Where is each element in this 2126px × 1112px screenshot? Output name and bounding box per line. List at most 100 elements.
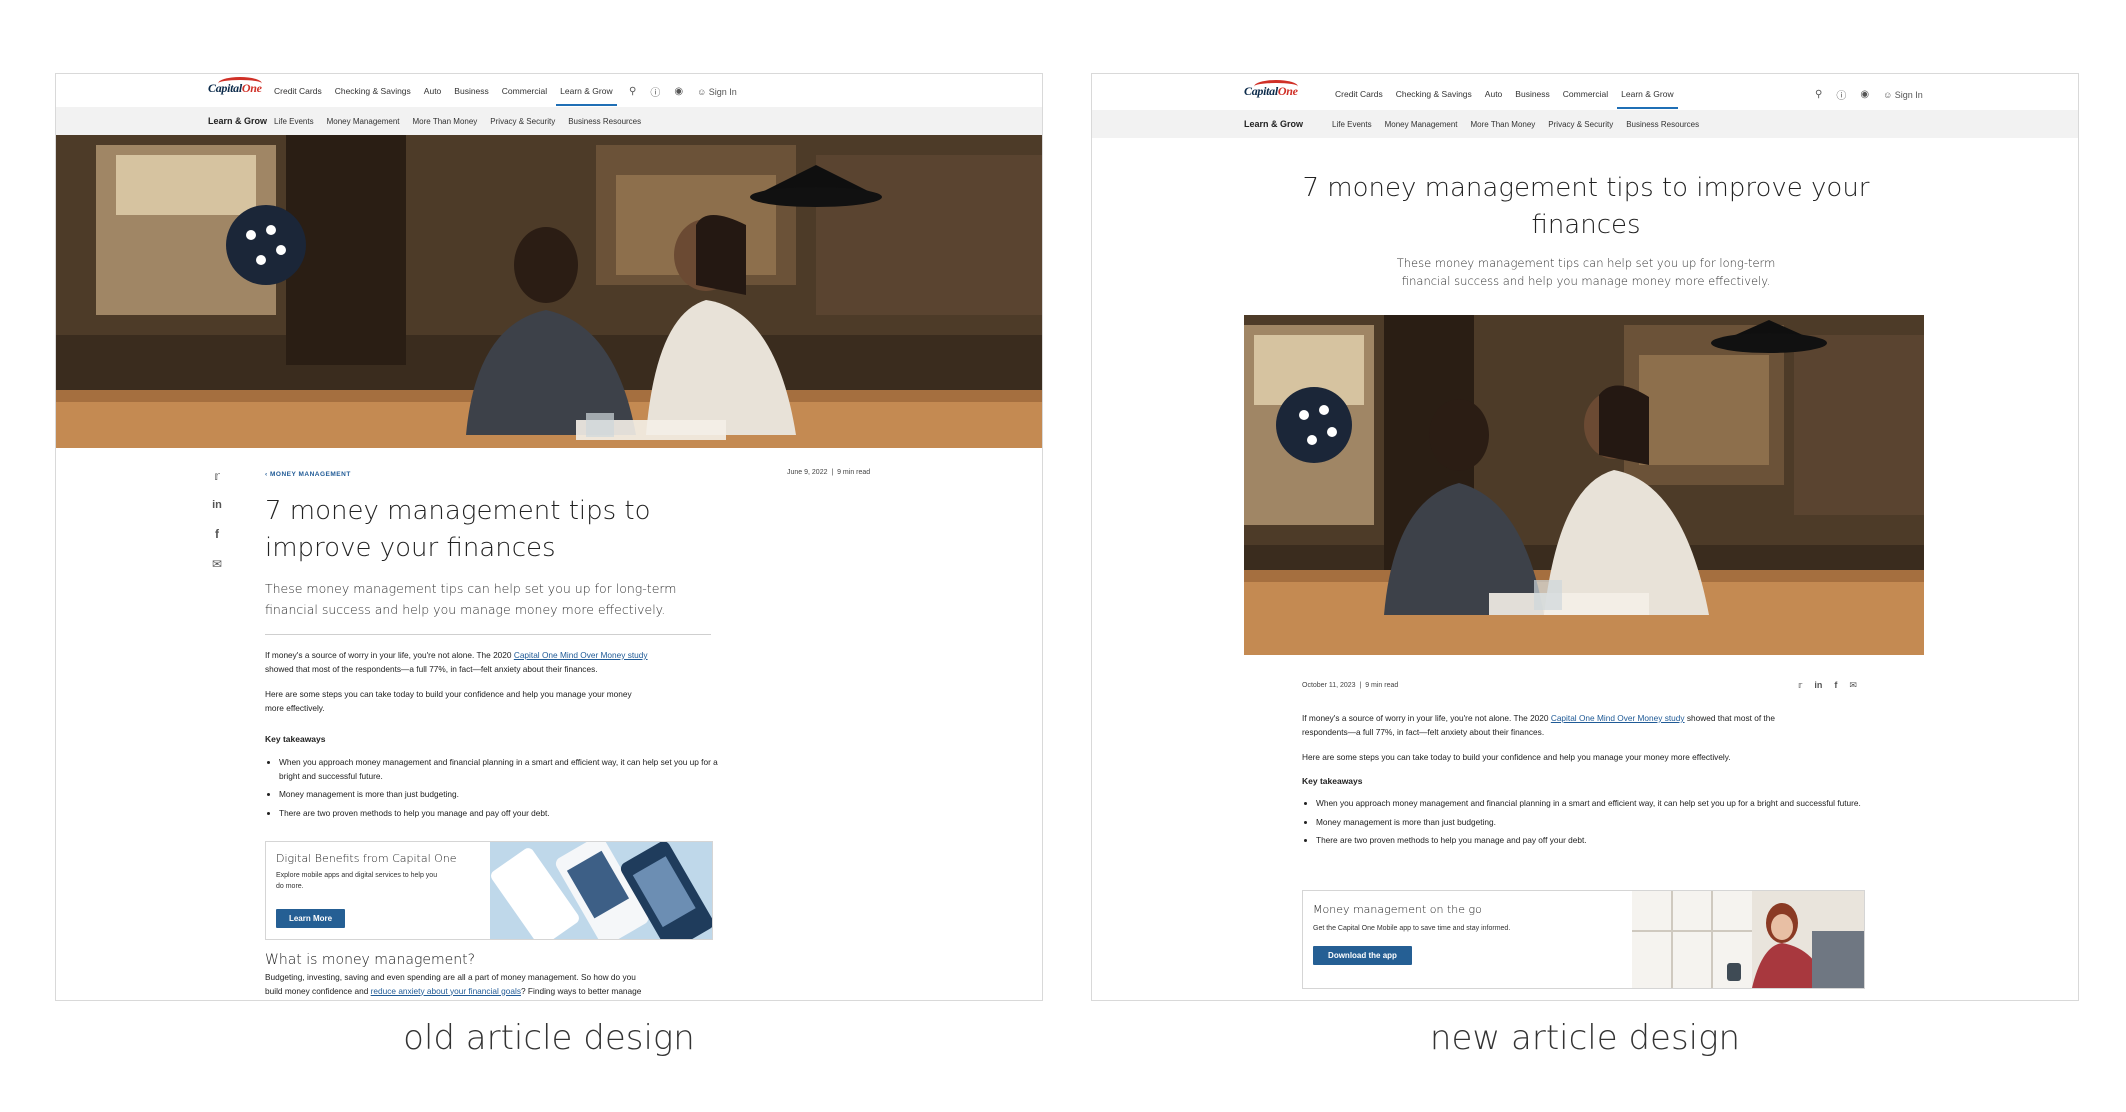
- mind-over-money-link[interactable]: Capital One Mind Over Money study: [1551, 713, 1685, 723]
- sign-in-link[interactable]: ☺ Sign In: [1883, 90, 1923, 100]
- hero-photo: [56, 135, 1042, 448]
- new-design-caption: new article design: [1429, 1018, 1741, 1058]
- nav-link-checking-savings[interactable]: Checking & Savings: [1396, 89, 1472, 99]
- paragraph-text: more effectively.: [265, 702, 325, 713]
- sign-in-link[interactable]: ☺ Sign In: [697, 87, 737, 97]
- article-dek: These money management tips can help set…: [1286, 254, 1886, 290]
- email-icon[interactable]: ✉: [1849, 680, 1857, 691]
- help-icon[interactable]: ⓘ: [1836, 87, 1846, 102]
- paragraph-text: respondents—a full 77%, in fact—felt anx…: [1302, 726, 1545, 737]
- learn-more-button[interactable]: Learn More: [276, 909, 345, 928]
- subnav-link-money-management[interactable]: Money Management: [327, 117, 400, 126]
- nav-link-checking-savings[interactable]: Checking & Savings: [335, 86, 411, 96]
- top-navigation: CapitalOne Credit Cards Checking & Savin…: [56, 74, 1042, 107]
- list-item: When you approach money management and f…: [1316, 797, 1872, 811]
- sub-navigation: Learn & Grow Life Events Money Managemen…: [56, 107, 1042, 135]
- location-icon[interactable]: ◉: [674, 86, 683, 97]
- sign-in-label: Sign In: [1894, 89, 1923, 100]
- paragraph-text: If money's a source of worry in your lif…: [1302, 713, 1551, 723]
- search-icon[interactable]: ⚲: [1815, 89, 1822, 100]
- main-nav-links: Credit Cards Checking & Savings Auto Bus…: [1335, 89, 1679, 109]
- capital-one-logo[interactable]: CapitalOne: [208, 77, 262, 96]
- digital-benefits-promo: Digital Benefits from Capital One Explor…: [265, 841, 713, 940]
- subnav-title[interactable]: Learn & Grow: [1244, 119, 1303, 129]
- read-time: 9 min read: [837, 469, 871, 476]
- steps-paragraph: Here are some steps you can take today t…: [265, 688, 725, 715]
- list-item: There are two proven methods to help you…: [1316, 834, 1872, 848]
- subnav-link-life-events[interactable]: Life Events: [274, 117, 314, 126]
- nav-link-commercial[interactable]: Commercial: [502, 86, 547, 96]
- share-bar: 𝕣 in f ✉: [210, 469, 224, 571]
- article-title: 7 money management tips to improve your …: [265, 493, 651, 567]
- article-title: 7 money management tips to improve your …: [1186, 170, 1986, 244]
- facebook-icon[interactable]: f: [210, 527, 224, 541]
- old-article-screenshot: CapitalOne Credit Cards Checking & Savin…: [55, 73, 1043, 1001]
- nav-utility-icons: ⚲ ⓘ ◉ ☺ Sign In: [629, 84, 737, 99]
- nav-link-auto[interactable]: Auto: [1485, 89, 1503, 99]
- paragraph-text: ? Finding ways to better manage: [521, 985, 642, 996]
- subnav-link-privacy-security[interactable]: Privacy & Security: [1548, 120, 1613, 129]
- subnav-link-money-management[interactable]: Money Management: [1385, 120, 1458, 129]
- key-takeaways-list: When you approach money management and f…: [265, 756, 719, 825]
- mind-over-money-link[interactable]: Capital One Mind Over Money study: [514, 650, 648, 660]
- steps-paragraph: Here are some steps you can take today t…: [1302, 752, 1731, 762]
- nav-link-business[interactable]: Business: [1515, 89, 1550, 99]
- promo-text-line: do more.: [276, 883, 304, 890]
- divider: [265, 634, 711, 635]
- nav-link-credit-cards[interactable]: Credit Cards: [1335, 89, 1383, 99]
- article-meta: June 9, 2022 | 9 min read: [787, 469, 871, 476]
- nav-link-auto[interactable]: Auto: [424, 86, 442, 96]
- subnav-links: Life Events Money Management More Than M…: [274, 117, 641, 126]
- capital-one-logo[interactable]: CapitalOne: [1244, 80, 1298, 99]
- nav-link-business[interactable]: Business: [454, 86, 489, 96]
- subnav-links: Life Events Money Management More Than M…: [1332, 120, 1699, 129]
- logo-swoosh: [1254, 80, 1298, 93]
- email-icon[interactable]: ✉: [210, 557, 224, 571]
- article-dek: These money management tips can help set…: [265, 578, 676, 620]
- search-icon[interactable]: ⚲: [629, 86, 636, 97]
- nav-utility-icons: ⚲ ⓘ ◉ ☺ Sign In: [1815, 87, 1923, 102]
- promo-text-line: Explore mobile apps and digital services…: [276, 872, 438, 879]
- reduce-anxiety-link[interactable]: reduce anxiety about your financial goal…: [371, 986, 521, 996]
- subnav-title[interactable]: Learn & Grow: [208, 116, 267, 126]
- location-icon[interactable]: ◉: [1860, 89, 1869, 100]
- twitter-icon[interactable]: 𝕣: [210, 469, 224, 483]
- nav-link-credit-cards[interactable]: Credit Cards: [274, 86, 322, 96]
- category-breadcrumb[interactable]: ‹ MONEY MANAGEMENT: [265, 471, 351, 478]
- nav-link-learn-grow[interactable]: Learn & Grow: [1617, 89, 1679, 109]
- nav-link-commercial[interactable]: Commercial: [1563, 89, 1608, 99]
- paragraph-text: showed that most of the respondents—a fu…: [265, 663, 598, 674]
- nav-link-learn-grow[interactable]: Learn & Grow: [556, 86, 618, 106]
- kitchen-scene-image: [1244, 315, 1924, 655]
- list-item: There are two proven methods to help you…: [279, 807, 719, 821]
- key-takeaways-heading: Key takeaways: [265, 734, 326, 744]
- logo-swoosh: [218, 77, 262, 90]
- subnav-link-more-than-money[interactable]: More Than Money: [413, 117, 478, 126]
- linkedin-icon[interactable]: in: [210, 499, 224, 511]
- article-title-line: improve your finances: [265, 533, 556, 563]
- paragraph-text: If money's a source of worry in your lif…: [265, 650, 514, 660]
- top-navigation: CapitalOne Credit Cards Checking & Savin…: [1092, 74, 2078, 110]
- twitter-icon[interactable]: 𝕣: [1798, 680, 1802, 691]
- subnav-link-life-events[interactable]: Life Events: [1332, 120, 1372, 129]
- user-icon: ☺: [1883, 89, 1893, 100]
- paragraph-text: showed that most of the: [1684, 713, 1775, 723]
- article-title-line: finances: [1531, 210, 1641, 240]
- facebook-icon[interactable]: f: [1834, 680, 1837, 691]
- publish-date: June 9, 2022: [787, 469, 828, 476]
- promo-text: Explore mobile apps and digital services…: [276, 870, 486, 892]
- main-nav-links: Credit Cards Checking & Savings Auto Bus…: [274, 86, 618, 106]
- promo-title: Digital Benefits from Capital One: [276, 852, 457, 865]
- intro-paragraph: If money's a source of worry in your lif…: [265, 649, 725, 676]
- subnav-link-privacy-security[interactable]: Privacy & Security: [490, 117, 555, 126]
- promo-phones-image: [490, 842, 712, 939]
- subnav-link-business-resources[interactable]: Business Resources: [1626, 120, 1699, 129]
- key-takeaways-list: When you approach money management and f…: [1302, 797, 1872, 853]
- linkedin-icon[interactable]: in: [1814, 680, 1822, 691]
- download-app-button[interactable]: Download the app: [1313, 946, 1412, 965]
- subnav-link-more-than-money[interactable]: More Than Money: [1471, 120, 1536, 129]
- help-icon[interactable]: ⓘ: [650, 84, 660, 99]
- subnav-link-business-resources[interactable]: Business Resources: [568, 117, 641, 126]
- article-dek-line: These money management tips can help set…: [1396, 256, 1776, 270]
- promo-title: Money management on the go: [1313, 903, 1482, 916]
